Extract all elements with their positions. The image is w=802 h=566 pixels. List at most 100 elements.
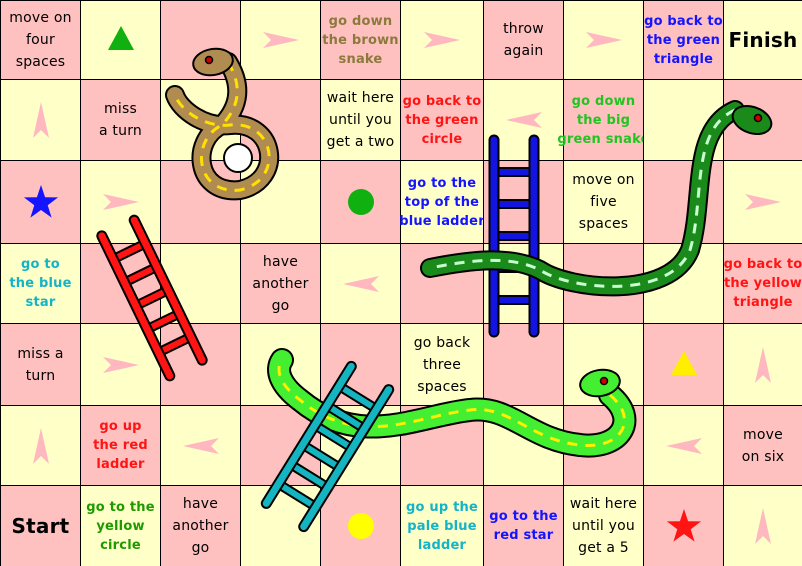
arrow-right-icon: [102, 194, 139, 210]
board-square: [483, 160, 564, 244]
board-square: [80, 323, 161, 406]
board-square: have another go: [160, 485, 241, 566]
arrow-right-icon: [424, 32, 460, 48]
square-instruction-text: miss a: [17, 345, 64, 362]
board-square: throw again: [483, 0, 564, 80]
square-instruction-text: go down: [571, 93, 636, 109]
board-square: go to the red star: [483, 485, 564, 566]
board-square: go to the top of the blue ladder: [399, 160, 485, 244]
circle-icon: [347, 513, 374, 539]
square-instruction-text: the big: [576, 112, 631, 128]
board-square: [240, 160, 321, 244]
square-instruction-text: move on: [9, 10, 72, 26]
board-square: [320, 485, 401, 566]
square-instruction-text: move: [743, 426, 783, 443]
star-icon: [23, 185, 58, 218]
square-instruction-text: turn: [25, 367, 56, 384]
board-square: [563, 0, 644, 80]
square-instruction-text: go back to: [723, 257, 802, 272]
board-square: [160, 405, 241, 486]
board-square: [240, 405, 321, 486]
square-instruction-text: three: [422, 356, 462, 373]
board-square: miss a turn: [0, 323, 81, 406]
square-instruction-text: circle: [100, 537, 141, 553]
board-square: go up the pale blue ladder: [400, 485, 484, 566]
square-instruction-text: star: [25, 295, 56, 310]
square-instruction-text: go back to: [402, 93, 482, 109]
board-square: [643, 485, 724, 566]
board-square: [160, 160, 241, 244]
arrow-left-icon: [665, 437, 702, 454]
square-instruction-text: spaces: [15, 54, 66, 70]
board-square: go down the big green snake: [557, 79, 649, 161]
board-square: [0, 79, 81, 161]
square-instruction-text: spaces: [578, 216, 629, 232]
board-square: [400, 0, 484, 80]
square-instruction-text: until you: [572, 518, 635, 534]
square-instruction-text: triangle: [653, 51, 714, 67]
square-instruction-text: go: [191, 540, 210, 556]
board-square: have another go: [240, 243, 321, 324]
square-instruction-text: miss: [104, 101, 137, 117]
board-square: [723, 160, 802, 244]
square-instruction-text: go to the: [86, 499, 155, 515]
board-square: go back three spaces: [400, 323, 484, 406]
board-square: move on four spaces: [0, 0, 81, 80]
arrow-up-icon: [755, 508, 771, 544]
square-instruction-text: have: [182, 496, 219, 512]
square-instruction-text: circle: [421, 131, 463, 147]
board-square: miss a turn: [80, 79, 161, 161]
square-instruction-text: until you: [329, 112, 392, 128]
arrow-left-icon: [182, 437, 219, 454]
square-instruction-text: green snake: [557, 131, 650, 147]
board-square: [240, 485, 321, 566]
board-square: [483, 243, 564, 324]
board-square: go to the blue star: [0, 243, 81, 324]
square-instruction-text: yellow: [96, 518, 145, 534]
board-square: [483, 79, 564, 161]
square-instruction-text: go: [271, 297, 290, 314]
arrow-left-icon: [342, 275, 379, 292]
board-square: [320, 405, 401, 486]
board-square: [320, 243, 401, 324]
square-instruction-text: go back to: [644, 13, 723, 29]
board-square: [723, 485, 802, 566]
square-instruction-text: the brown: [322, 32, 399, 48]
triangle-icon: [107, 26, 134, 50]
board-square: [563, 405, 644, 486]
board-square: [0, 405, 81, 486]
square-instruction-text: go up the: [406, 499, 478, 515]
square-instruction-text: move on: [572, 172, 635, 188]
board-square: [80, 0, 161, 80]
arrow-left-icon: [505, 112, 542, 128]
square-instruction-text: wait here: [326, 90, 395, 106]
board-square: [160, 323, 241, 406]
board-square: go up the red ladder: [80, 405, 161, 486]
square-instruction-text: another: [252, 275, 309, 292]
square-instruction-text: go to: [21, 257, 60, 272]
square-instruction-text: ladder: [417, 537, 467, 553]
square-instruction-text: wait here: [569, 496, 638, 512]
board-square: move on five spaces: [563, 160, 644, 244]
triangle-icon: [670, 350, 697, 375]
square-instruction-text: on six: [741, 448, 785, 465]
square-instruction-text: four: [26, 32, 55, 48]
board-square: [643, 160, 724, 244]
circle-icon: [347, 189, 374, 215]
board-square: [160, 0, 241, 80]
square-instruction-text: the green: [646, 32, 721, 48]
board-square: [400, 405, 484, 486]
board-square: [723, 323, 802, 406]
square-instruction-text: the red: [93, 438, 148, 453]
board-square: [483, 405, 564, 486]
square-instruction-text: snake: [338, 51, 383, 67]
square-instruction-text: a turn: [99, 123, 142, 139]
square-instruction-text: go back: [413, 334, 471, 351]
arrow-right-icon: [585, 32, 622, 48]
board-square: [320, 323, 401, 406]
board-square: [240, 0, 321, 80]
board-square: [160, 243, 241, 324]
board-square: go to the yellow circle: [80, 485, 161, 566]
board-square: move on six: [723, 405, 802, 486]
square-instruction-text: again: [503, 43, 544, 59]
